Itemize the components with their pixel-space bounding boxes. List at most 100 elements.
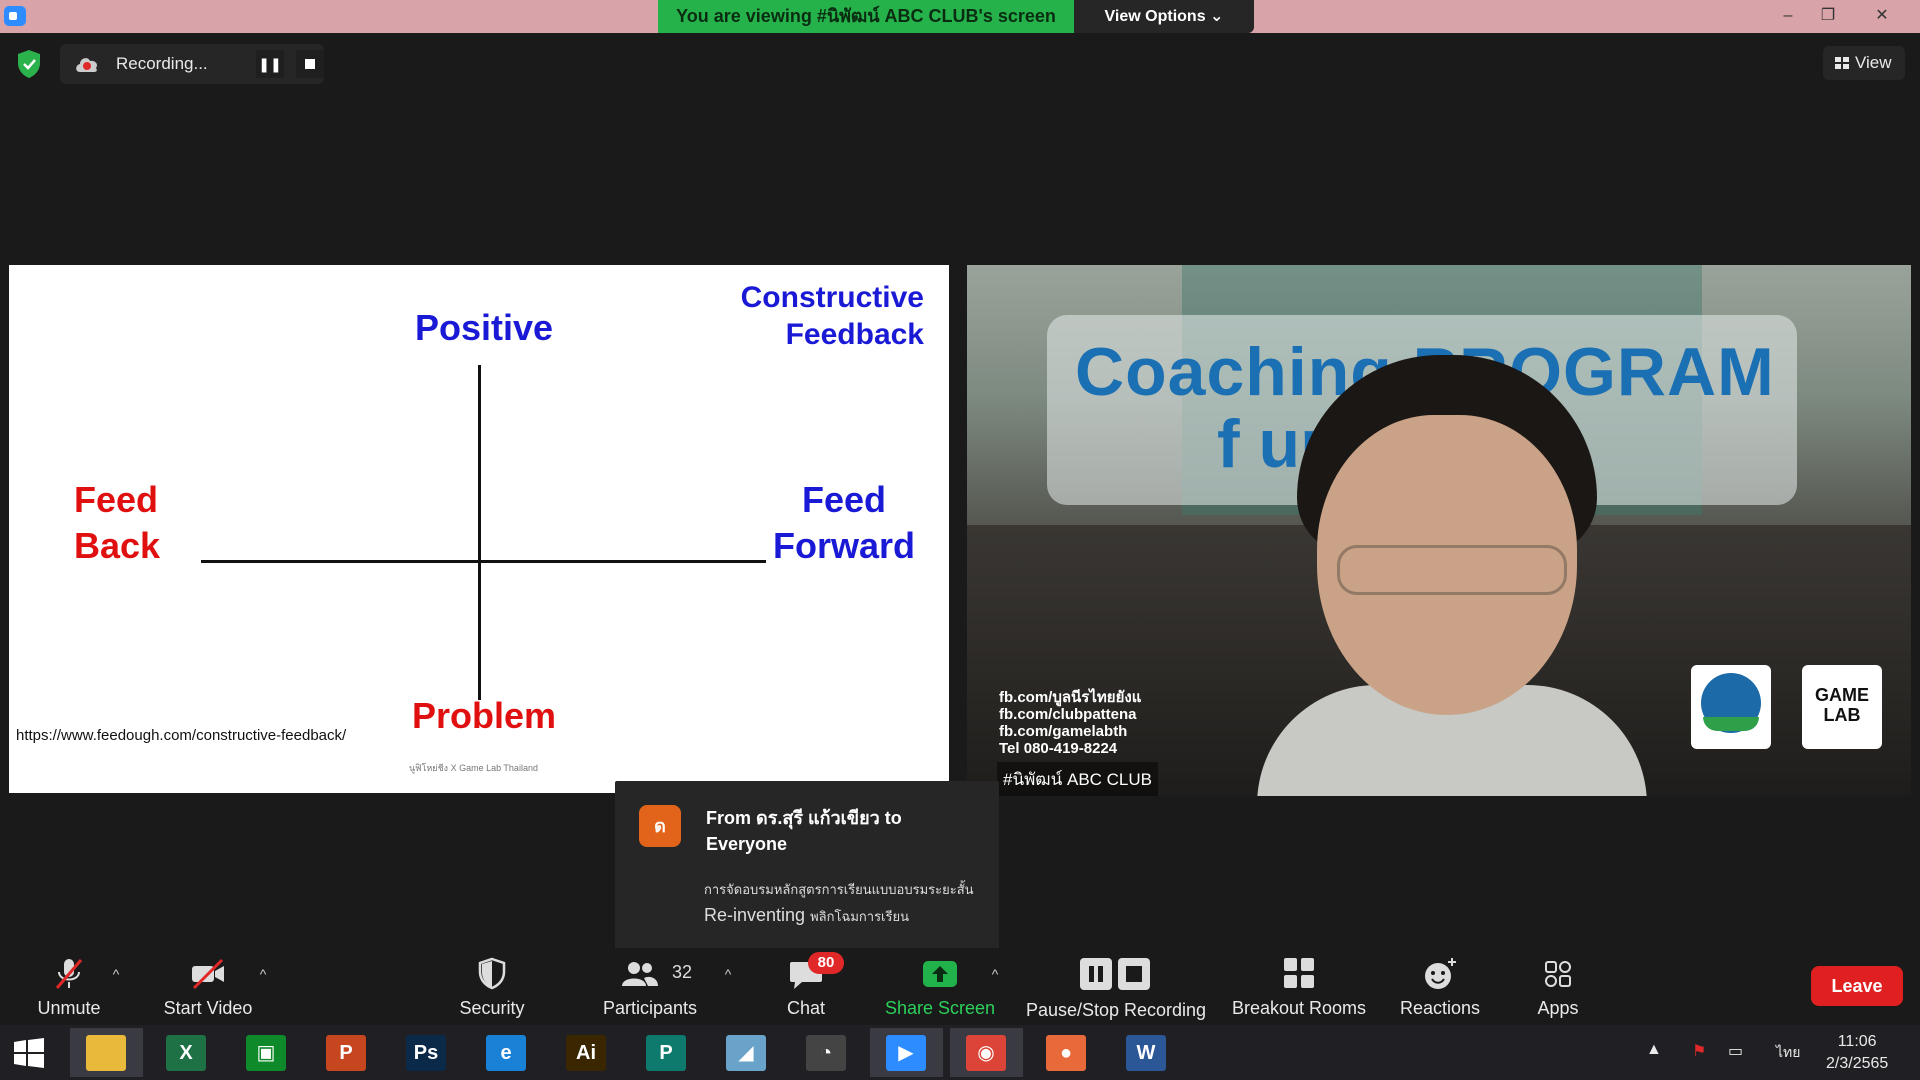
network-icon[interactable]: ▭ [1728,1041,1743,1061]
unmute-label: Unmute [37,998,101,1018]
label-problem: Problem [411,695,557,736]
avatar: ด [639,805,681,847]
apps-label: Apps [1537,998,1579,1018]
label-constructive-feedback: Constructive Feedback [740,281,924,351]
shield-icon [478,957,506,990]
shared-screen-slide: Positive Constructive Feedback Feed Back… [9,265,949,793]
taskbar-app-powerpoint[interactable]: P [310,1028,383,1077]
share-options-caret[interactable]: ^ [985,966,1005,982]
reactions-button[interactable]: Reactions [1390,948,1490,1025]
label-feed-forward: Feed Forward [772,479,915,566]
zoom-app-icon [4,6,26,26]
restore-button[interactable]: ❐ [1808,0,1848,33]
view-options-button[interactable]: View Options ⌄ [1074,0,1254,33]
taskbar-app-chrome[interactable]: ◉ [950,1028,1023,1077]
video-options-caret[interactable]: ^ [253,966,273,982]
horizontal-axis [201,560,766,563]
unmute-button[interactable]: Unmute [20,948,118,1025]
windows-taskbar: X ▣ P Ps e Ai P ◢ ◔ ▶ ◉ ● W ▲ ⚑ ▭ ไทย 11:06 2/3/2565 [0,1025,1920,1080]
internet-explorer-icon: e [486,1035,526,1071]
share-screen-label: Share Screen [884,998,996,1018]
taskbar-app-photoscape[interactable]: ◔ [790,1028,863,1077]
chat-sender: From ดร.สุรี แก้วเขียว to Everyone [706,808,902,854]
pause-recording-button[interactable]: ❚❚ [256,50,284,78]
word-icon: W [1126,1035,1166,1071]
store-icon: ▣ [246,1035,286,1071]
security-button[interactable]: Security [448,948,536,1025]
participant-video-tile[interactable]: Coaching PROGRAM f urer fb.com/บูลนีรไทย… [967,265,1911,796]
zoom-icon: ▶ [886,1035,926,1071]
participant-name-label: #นิพัฒน์ ABC CLUB [997,762,1159,796]
pause-stop-recording-button[interactable]: Pause/Stop Recording [1022,948,1210,1025]
organization-logo [1691,665,1771,749]
info-line: fb.com/clubpattena [999,706,1137,723]
label-feed-back: Feed Back [74,479,161,566]
background-contact-info: fb.com/บูลนีรไทยยังแ fb.com/clubpattena … [999,689,1141,757]
taskbar-app-zoom[interactable]: ▶ [870,1028,943,1077]
microphone-muted-icon [55,959,83,989]
reactions-label: Reactions [1399,998,1481,1018]
start-video-button[interactable]: Start Video [150,948,266,1025]
minimize-button[interactable]: – [1768,0,1808,33]
chat-message-line-2: Re-inventing พลิกโฉมการเรียน [704,905,909,927]
pause-stop-recording-label: Pause/Stop Recording [1025,1000,1207,1020]
taskbar-app-photoshop[interactable]: Ps [390,1028,463,1077]
taskbar-app-file-explorer[interactable] [70,1028,143,1077]
file-explorer-icon [86,1035,126,1071]
participants-count: 32 [672,962,693,982]
grid-icon [1835,57,1849,69]
share-screen-icon [923,961,957,987]
chat-message-main: Re-inventing [704,905,806,925]
taskbar-app-notes[interactable]: ◢ [710,1028,783,1077]
taskbar-app-illustrator[interactable]: Ai [550,1028,623,1077]
chrome-icon: ◉ [966,1035,1006,1071]
source-url: https://www.feedough.com/constructive-fe… [16,727,347,744]
clock-date: 2/3/2565 [1826,1055,1889,1072]
chat-label: Chat [786,998,826,1018]
label-positive: Positive [414,307,554,348]
chat-message-line-1: การจัดอบรมหลักสูตรการเรียนแบบอบรมระยะสั้… [704,882,974,897]
system-clock[interactable]: 11:06 2/3/2565 [1826,1031,1888,1075]
share-screen-button[interactable]: Share Screen [880,948,1000,1025]
close-button[interactable]: ✕ [1862,0,1902,33]
participants-button[interactable]: Participants [596,948,704,1025]
taskbar-app-store[interactable]: ▣ [230,1028,303,1077]
participants-options-caret[interactable]: ^ [718,966,738,982]
clock-time: 11:06 [1837,1033,1877,1050]
security-label: Security [459,998,525,1018]
breakout-rooms-button[interactable]: Breakout Rooms [1228,948,1370,1025]
view-layout-button[interactable]: View [1823,46,1905,80]
taskbar-app-excel[interactable]: X [150,1028,223,1077]
recording-indicator: Recording... ❚❚ [60,44,324,84]
meeting-toolbar: Unmute ^ Start Video ^ Security Particip… [0,948,1920,1025]
leave-meeting-button[interactable]: Leave [1811,966,1903,1006]
apps-button[interactable]: Apps [1518,948,1598,1025]
chat-notification-popup[interactable]: ด From ดร.สุรี แก้วเขียว to Everyone การ… [615,781,999,969]
show-hidden-icons-icon[interactable]: ▲ [1646,1041,1662,1059]
notes-icon: ◢ [726,1035,766,1071]
slide-credit: นูฟิโหย่ชีง X Game Lab Thailand [409,763,538,773]
info-line: fb.com/gamelabth [999,723,1128,740]
taskbar-app-publisher[interactable]: P [630,1028,703,1077]
participant-person [1257,355,1647,796]
chevron-down-icon: ⌄ [1210,8,1224,25]
windows-start-icon[interactable] [14,1038,44,1068]
security-shield-icon[interactable] [16,49,42,79]
apps-icon [1545,961,1571,987]
cloud-recording-icon [76,58,98,72]
breakout-rooms-label: Breakout Rooms [1231,998,1367,1018]
taskbar-app-word[interactable]: W [1110,1028,1183,1077]
taskbar-app-internet-explorer[interactable]: e [470,1028,543,1077]
input-language-indicator[interactable]: ไทย [1776,1042,1800,1064]
start-video-label: Start Video [163,998,253,1018]
photoshop-icon: Ps [406,1035,446,1071]
publisher-icon: P [646,1035,686,1071]
excel-icon: X [166,1035,206,1071]
view-label: View [1855,53,1892,72]
audio-options-caret[interactable]: ^ [106,966,126,982]
action-center-flag-icon[interactable]: ⚑ [1692,1041,1706,1061]
taskbar-app-presentation[interactable]: ● [1030,1028,1103,1077]
stop-recording-button[interactable] [296,50,324,78]
smiley-add-icon [1425,958,1456,989]
meeting-area: Recording... ❚❚ View Positive Constructi… [0,33,1920,969]
